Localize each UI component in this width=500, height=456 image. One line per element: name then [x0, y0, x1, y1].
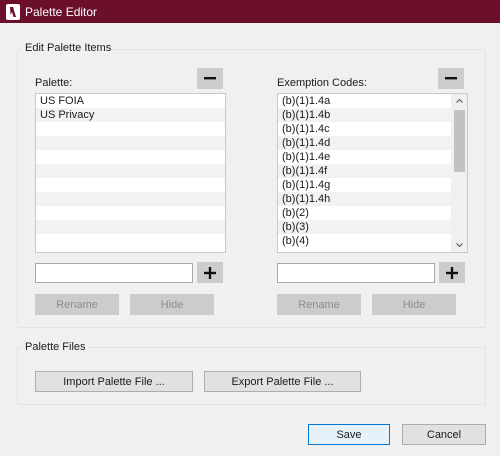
exemption-rename-button[interactable]: Rename	[277, 294, 361, 315]
scroll-down-arrow-icon[interactable]	[451, 238, 467, 252]
add-exemption-button[interactable]	[439, 262, 465, 283]
palette-name-input[interactable]	[35, 263, 193, 283]
scroll-up-arrow-icon[interactable]	[451, 94, 467, 108]
exemption-codes-label: Exemption Codes:	[277, 77, 367, 89]
list-item[interactable]: (b)(1)1.4e	[278, 150, 467, 164]
list-item[interactable]	[36, 220, 225, 234]
edit-palette-items-label: Edit Palette Items	[23, 42, 114, 54]
palette-listbox[interactable]: US FOIA US Privacy	[35, 93, 226, 253]
list-item[interactable]	[36, 150, 225, 164]
exemption-codes-listbox[interactable]: (b)(1)1.4a (b)(1)1.4b (b)(1)1.4c (b)(1)1…	[277, 93, 468, 253]
cancel-button[interactable]: Cancel	[402, 424, 486, 445]
list-item[interactable]: (b)(1)1.4b	[278, 108, 467, 122]
list-item[interactable]	[36, 136, 225, 150]
remove-exemption-button[interactable]	[438, 68, 464, 89]
save-button[interactable]: Save	[308, 424, 390, 445]
list-item[interactable]: (b)(1)1.4c	[278, 122, 467, 136]
list-item[interactable]: (b)(1)1.4d	[278, 136, 467, 150]
plus-icon	[446, 266, 458, 279]
exemption-code-input[interactable]	[277, 263, 435, 283]
list-item[interactable]: US FOIA	[36, 94, 225, 108]
list-item[interactable]: (b)(1)1.4a	[278, 94, 467, 108]
add-palette-button[interactable]	[197, 262, 223, 283]
list-item[interactable]	[36, 122, 225, 136]
app-logo-icon	[6, 3, 20, 20]
list-item[interactable]	[36, 192, 225, 206]
list-item[interactable]	[36, 178, 225, 192]
list-item[interactable]	[36, 206, 225, 220]
export-palette-file-button[interactable]: Export Palette File ...	[204, 371, 361, 392]
window-title: Palette Editor	[25, 4, 98, 19]
list-item[interactable]: US Privacy	[36, 108, 225, 122]
list-item[interactable]: (b)(2)	[278, 206, 467, 220]
scroll-thumb[interactable]	[454, 110, 465, 172]
list-item[interactable]	[36, 234, 225, 248]
list-item[interactable]: (b)(1)1.4f	[278, 164, 467, 178]
minus-icon	[445, 77, 457, 80]
import-palette-file-button[interactable]: Import Palette File ...	[35, 371, 193, 392]
list-item[interactable]: (b)(4)	[278, 234, 467, 248]
title-bar: Palette Editor	[0, 0, 500, 23]
list-item[interactable]: (b)(1)1.4h	[278, 192, 467, 206]
exemption-hide-button[interactable]: Hide	[372, 294, 456, 315]
palette-files-label: Palette Files	[23, 341, 88, 353]
minus-icon	[204, 77, 216, 80]
palette-rename-button[interactable]: Rename	[35, 294, 119, 315]
list-item[interactable]: (b)(1)1.4g	[278, 178, 467, 192]
remove-palette-button[interactable]	[197, 68, 223, 89]
list-item[interactable]	[36, 164, 225, 178]
list-item[interactable]: (b)(3)	[278, 220, 467, 234]
exemption-scrollbar[interactable]	[451, 94, 467, 252]
palette-hide-button[interactable]: Hide	[130, 294, 214, 315]
plus-icon	[204, 266, 216, 279]
palette-label: Palette:	[35, 77, 73, 89]
dialog-body: Edit Palette Items Palette: US FOIA US P…	[0, 23, 500, 456]
